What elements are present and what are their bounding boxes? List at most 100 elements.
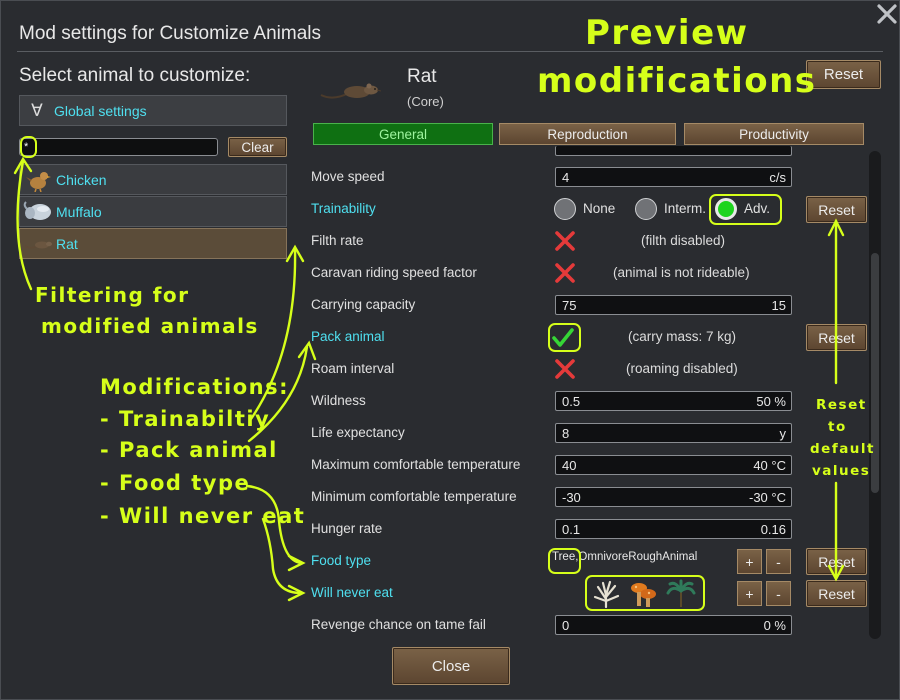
selected-animal-source: (Core): [407, 94, 444, 109]
food-type-label: Food type: [311, 553, 372, 568]
trainability-interm-label: Interm.: [664, 201, 707, 216]
animal-filter-input[interactable]: *: [19, 138, 218, 156]
caravan-speed-label: Caravan riding speed factor: [311, 265, 477, 280]
never-eat-reset-button[interactable]: Reset: [806, 580, 867, 607]
field-value: 40: [562, 458, 577, 473]
max-temperature-input[interactable]: 40 40 °C: [555, 455, 792, 475]
life-expectancy-input[interactable]: 8 y: [555, 423, 792, 443]
field-unit: 40 °C: [753, 458, 786, 473]
move-speed-label: Move speed: [311, 169, 385, 184]
field-value: 75: [562, 298, 577, 313]
field-unit: 15: [771, 298, 786, 313]
roam-interval-label: Roam interval: [311, 361, 395, 376]
trainability-interm-radio[interactable]: [635, 198, 657, 220]
clipped-field: [555, 146, 792, 156]
food-type-plus-button[interactable]: +: [737, 549, 762, 574]
annotation-mod-item: - Pack animal: [100, 438, 278, 462]
food-type-main: OmnivoreRoughAnimal: [578, 551, 698, 563]
pack-animal-note: (carry mass: 7 kg): [628, 329, 737, 344]
annotation-filter-highlight: [20, 136, 37, 158]
annotation-mod-item: - Trainabiltiy: [100, 407, 271, 431]
annotation-preview-line2: modifications: [537, 61, 817, 101]
move-speed-input[interactable]: 4 c/s: [555, 167, 792, 187]
rat-icon: [20, 228, 56, 259]
field-value: -30: [562, 490, 581, 505]
trainability-none-label: None: [583, 201, 616, 216]
animal-label: Muffalo: [56, 203, 102, 220]
never-eat-plus-button[interactable]: +: [737, 581, 762, 606]
for-all-icon: ∀: [31, 100, 43, 120]
field-value: 0: [562, 618, 570, 633]
caravan-speed-note: (animal is not rideable): [613, 265, 750, 280]
will-never-eat-label: Will never eat: [311, 585, 393, 600]
animal-item-muffalo[interactable]: Muffalo: [19, 196, 287, 227]
field-unit: 0.16: [760, 522, 786, 537]
max-temperature-label: Maximum comfortable temperature: [311, 457, 521, 472]
filth-rate-note: (filth disabled): [641, 233, 726, 248]
field-value: 4: [562, 170, 570, 185]
trainability-reset-button[interactable]: Reset: [806, 196, 867, 223]
revenge-chance-label: Revenge chance on tame fail: [311, 617, 486, 632]
annotation-reset-line4: values: [812, 463, 871, 479]
field-value: 8: [562, 426, 570, 441]
mod-settings-window: Mod settings for Customize Animals Selec…: [0, 0, 900, 700]
annotation-filtering-line2: modified animals: [41, 314, 259, 338]
min-temperature-label: Minimum comfortable temperature: [311, 489, 517, 504]
disabled-x-icon: [554, 230, 576, 252]
animal-item-rat[interactable]: Rat: [19, 228, 287, 259]
field-unit: y: [779, 426, 787, 441]
min-temperature-input[interactable]: -30 -30 °C: [555, 487, 792, 507]
food-type-reset-button[interactable]: Reset: [806, 548, 867, 575]
reset-all-button[interactable]: Reset: [806, 60, 881, 89]
annotation-mod-item: - Will never eat: [100, 504, 306, 528]
selected-animal-name: Rat: [407, 66, 437, 87]
pack-animal-reset-button[interactable]: Reset: [806, 324, 867, 351]
scrollbar-thumb[interactable]: [871, 253, 879, 493]
carrying-capacity-label: Carrying capacity: [311, 297, 416, 312]
annotation-foodtype-highlight: [548, 548, 581, 574]
field-value: 0.1: [562, 522, 581, 537]
wildness-input[interactable]: 0.5 50 %: [555, 391, 792, 411]
field-unit: c/s: [769, 170, 786, 185]
hunger-rate-label: Hunger rate: [311, 521, 383, 536]
rat-icon: [319, 79, 383, 103]
muffalo-icon: [20, 196, 56, 227]
revenge-chance-input[interactable]: 0 0 %: [555, 615, 792, 635]
field-unit: 50 %: [756, 394, 786, 409]
pack-animal-label: Pack animal: [311, 329, 385, 344]
global-settings-label: Global settings: [54, 102, 147, 119]
animal-item-chicken[interactable]: Chicken: [19, 164, 287, 195]
field-unit: -30 °C: [749, 490, 786, 505]
tab-productivity[interactable]: Productivity: [684, 123, 864, 145]
hunger-rate-input[interactable]: 0.1 0.16: [555, 519, 792, 539]
annotation-filtering-line1: Filtering for: [35, 283, 190, 307]
clear-filter-button[interactable]: Clear: [228, 137, 287, 157]
never-eat-minus-button[interactable]: -: [766, 581, 791, 606]
annotation-preview-line1: Preview: [585, 13, 749, 53]
annotation-reset-line2: to: [828, 419, 847, 435]
close-x-icon[interactable]: [874, 3, 899, 27]
disabled-x-icon: [554, 262, 576, 284]
animal-label: Chicken: [56, 171, 107, 188]
tab-reproduction[interactable]: Reproduction: [499, 123, 676, 145]
annotation-trainability-highlight: [709, 194, 782, 225]
chicken-icon: [20, 164, 56, 195]
select-animal-heading: Select animal to customize:: [19, 65, 251, 86]
close-button[interactable]: Close: [392, 647, 510, 685]
annotation-mods-header: Modifications:: [100, 375, 290, 399]
disabled-x-icon: [554, 358, 576, 380]
window-title: Mod settings for Customize Animals: [19, 23, 322, 44]
carrying-capacity-input[interactable]: 75 15: [555, 295, 792, 315]
tab-general[interactable]: General: [313, 123, 493, 145]
filth-rate-label: Filth rate: [311, 233, 364, 248]
global-settings-item[interactable]: ∀ Global settings: [19, 95, 287, 126]
trainability-none-radio[interactable]: [554, 198, 576, 220]
annotation-mod-item: - Food type: [100, 471, 251, 495]
roam-interval-note: (roaming disabled): [626, 361, 738, 376]
annotation-reset-line3: default: [810, 441, 875, 457]
life-expectancy-label: Life expectancy: [311, 425, 405, 440]
field-value: 0.5: [562, 394, 581, 409]
food-type-minus-button[interactable]: -: [766, 549, 791, 574]
title-divider: [17, 51, 883, 52]
annotation-nevereat-highlight: [585, 575, 705, 611]
